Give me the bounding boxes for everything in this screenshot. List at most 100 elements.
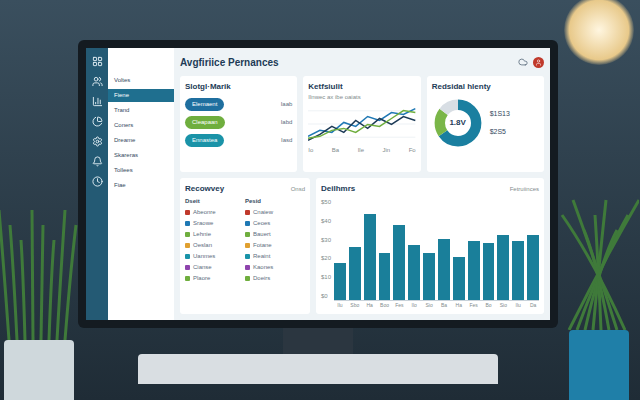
nav-icon[interactable] [92,76,103,87]
segment-value: Iasd [281,136,292,145]
donut-chart: 1.8V [432,97,484,149]
axis-tick: $40 [321,217,331,226]
axis-label: Fes [468,301,480,309]
row-marker-icon [245,265,250,270]
row-marker-icon [185,210,190,215]
table-cell: Kaones [245,263,305,272]
table-cell: Lehnie [185,230,245,239]
nav-icon[interactable] [92,136,103,147]
axis-label: Ba [332,146,339,155]
chart-bar [423,253,435,300]
segment-row: Elemaent Iaab [185,98,292,111]
segment-row: Ennastea Iasd [185,134,292,147]
chart-bar [453,257,465,300]
axis-label: Ba [438,301,450,309]
screen: Voltes Fiene Trand Coners Dreame Skareras Toll… [86,48,550,320]
nav-icon[interactable] [92,116,103,127]
sidebar-item[interactable]: Fiae [108,179,174,192]
axis-tick: $30 [321,236,331,245]
y-axis: $50$40$30$20$10$0 [321,198,331,309]
card-title: Recowvey [185,183,224,195]
axis-label: Ha [453,301,465,309]
plant-leaves-icon [559,190,639,330]
table-header: DseitPesid [185,197,305,206]
table-cell: Uanmes [185,252,245,261]
monitor: Voltes Fiene Trand Coners Dreame Skareras Toll… [78,0,558,400]
axis-label: Sio [497,301,509,309]
sidebar-item[interactable]: Dreame [108,134,174,147]
page-title: Avgfiriice Pernances [180,55,279,70]
row-marker-icon [185,254,190,259]
nav-icon[interactable] [92,96,103,107]
card-title: Redsidal hlenty [432,81,539,93]
nav-icon[interactable] [92,56,103,67]
axis-tick: $20 [321,254,331,263]
nav-icon[interactable] [92,176,103,187]
table-cell: Abeonre [185,208,245,217]
card-title: Deilhmrs [321,183,355,195]
bottom-cards: Recowvey Onsd DseitPesid AbeonreCnaiewSraow… [180,178,544,314]
table-cell: Doeirs [245,274,305,283]
x-axis: IoBaIleJinFo [308,146,415,155]
sidebar-item[interactable]: Tollees [108,164,174,177]
chart-bar [393,225,405,300]
row-marker-icon [245,232,250,237]
table-row: UanmesReaint [185,252,305,261]
top-cards: Slotgl·MarikElemaentIaabCleapaanIabdEnna… [180,76,544,172]
chart-bar [349,247,361,300]
row-marker-icon [185,276,190,281]
card-subtitle: Ilnwec ax ibe oaiats [308,93,415,102]
avatar-icon[interactable] [533,57,544,68]
axis-label: Ilo [408,301,420,309]
chart-bar [334,263,346,300]
axis-label: Ilu [512,301,524,309]
plant-leaves-icon [0,200,79,340]
lamp-icon [564,0,634,65]
table-cell: Reaint [245,252,305,261]
table-cell: Fotane [245,241,305,250]
line-chart [308,102,415,146]
table-cell: Sraowe [185,219,245,228]
segment-value: Iaab [281,100,293,109]
sidebar-item[interactable]: Trand [108,104,174,117]
chart-bar [527,235,539,300]
plant-pot [569,330,629,400]
chart-bar [438,239,450,300]
chart-bar [379,253,391,300]
chart-bar [497,235,509,300]
sidebar-item[interactable]: Voltes [108,74,174,87]
sidebar-item[interactable]: Skareras [108,149,174,162]
table-row: OeslanFotane [185,241,305,250]
axis-label: Bo [483,301,495,309]
table-row: PlaoreDoeirs [185,274,305,283]
axis-label: Boo [379,301,391,309]
axis-label: Ilu [334,301,346,309]
monitor-stand [283,328,353,354]
axis-label: Jin [382,146,390,155]
table-cell: Cnaiew [245,208,305,217]
axis-tick: $10 [321,273,331,282]
segment-pill[interactable]: Elemaent [185,98,224,111]
sidebar-item[interactable]: Coners [108,119,174,132]
recovery-card: Recowvey Onsd DseitPesid AbeonreCnaiewSraow… [180,178,310,314]
card-action[interactable]: Onsd [291,185,305,194]
segment-pill[interactable]: Cleapaan [185,116,225,129]
donut-center: 1.8V [432,97,484,149]
axis-tick: $50 [321,198,331,207]
scene: Voltes Fiene Trand Coners Dreame Skareras Toll… [0,0,640,400]
keyboard[interactable] [138,354,498,384]
row-marker-icon [185,221,190,226]
left-plant [0,0,78,400]
segment-value: Iabd [281,118,293,127]
cloud-icon[interactable] [518,57,528,67]
chart-bar [512,241,524,300]
row-marker-icon [185,232,190,237]
table-cell: Plaore [185,274,245,283]
nav-icon[interactable] [92,156,103,167]
card-title: Ketfsiulit [308,81,415,93]
segment-pill[interactable]: Ennastea [185,134,224,147]
monitor-bezel: Voltes Fiene Trand Coners Dreame Skareras Toll… [78,40,558,328]
sidebar-item[interactable]: Fiene [108,89,174,102]
segment-card: Slotgl·MarikElemaentIaabCleapaanIabdEnna… [180,76,297,172]
row-marker-icon [245,243,250,248]
